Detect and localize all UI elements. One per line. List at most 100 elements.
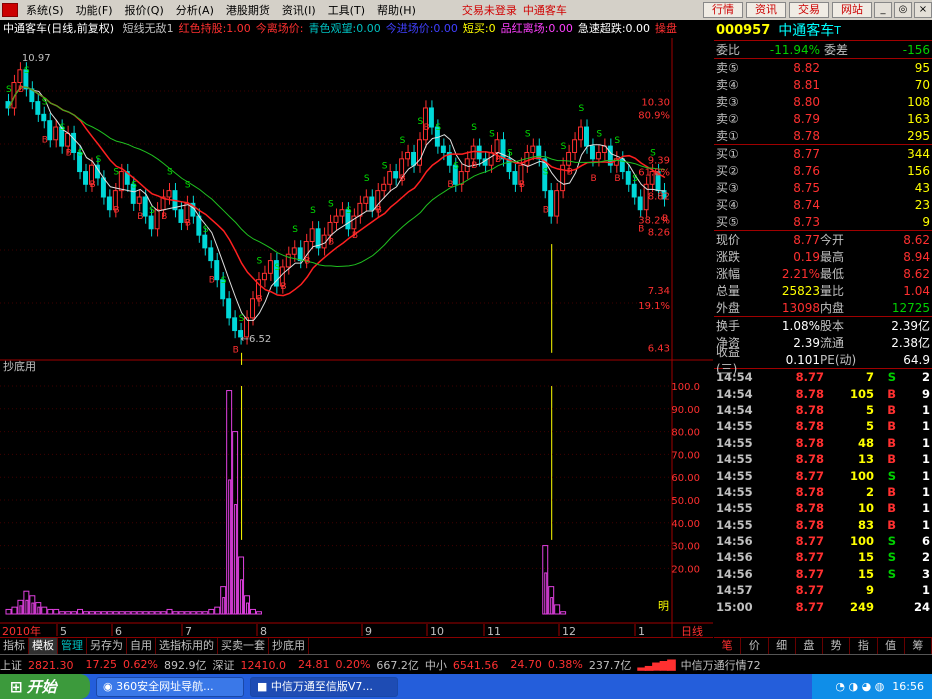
detail-tab[interactable]: 筹 <box>905 638 932 654</box>
tick-row[interactable]: 14:55 8.78 83 B 1 <box>714 517 932 533</box>
sz-index[interactable]: 深证 12410.0 <box>212 657 292 673</box>
tab-manage[interactable]: 管理 <box>58 638 87 654</box>
ask-row[interactable]: 卖④ 8.81 70 <box>714 76 932 93</box>
detail-tab[interactable]: 价 <box>741 638 769 654</box>
stat-row[interactable]: 外盘 13098 内盘 12725 <box>714 299 932 316</box>
detail-tab[interactable]: 盘 <box>796 638 823 654</box>
menu-tools[interactable]: 工具(T) <box>322 2 371 18</box>
tick-row[interactable]: 14:55 8.78 13 B 1 <box>714 451 932 467</box>
ask-row[interactable]: 卖① 8.78 295 <box>714 127 932 144</box>
detail-tab[interactable]: 笔 <box>714 638 742 654</box>
tab-bottom-fish[interactable]: 抄底用 <box>269 638 309 654</box>
ask-row[interactable]: 卖② 8.79 163 <box>714 110 932 127</box>
minimize-icon[interactable]: _ <box>874 2 892 18</box>
tick-cell: 8.77 <box>795 583 824 598</box>
tick-row[interactable]: 14:55 8.78 5 B 1 <box>714 418 932 434</box>
tick-row[interactable]: 15:00 8.77 249 24 <box>714 598 932 614</box>
menu-info[interactable]: 资讯(I) <box>276 2 322 18</box>
tick-row[interactable]: 14:55 8.78 48 B 1 <box>714 435 932 451</box>
tab-template[interactable]: 模板 <box>29 638 58 654</box>
stat-label: 涨跌 <box>716 250 741 264</box>
sh-index[interactable]: 上证 2821.30 <box>0 657 80 673</box>
detail-tab[interactable]: 指 <box>850 638 878 654</box>
tab-self-use[interactable]: 自用 <box>127 638 156 654</box>
kline-chart[interactable]: S BSSBSB SBSSBSBSBSSBSB SBSSBSBSBSSBSBSBSSB… <box>0 38 713 637</box>
fund-row[interactable]: 换手 1.08% 股本 2.39亿 <box>714 317 932 334</box>
close-icon[interactable]: × <box>914 2 932 18</box>
candle <box>595 151 601 160</box>
restore-icon[interactable]: ◎ <box>894 2 912 18</box>
bid-row[interactable]: 买② 8.76 156 <box>714 162 932 179</box>
sz-amount: 667.2亿 <box>376 658 419 672</box>
buy-marker: B <box>543 206 549 216</box>
bid-row[interactable]: 买⑤ 8.73 9 <box>714 213 932 230</box>
tab-select-indicator[interactable]: 选指标用的 <box>156 638 218 654</box>
stat-row[interactable]: 涨跌 0.19 最高 8.94 <box>714 248 932 265</box>
tray-icons[interactable]: ◔ ◑ ◕ ◍ <box>835 680 884 693</box>
tick-row[interactable]: 14:57 8.77 9 1 <box>714 582 932 598</box>
tick-row[interactable]: 14:55 8.78 2 B 1 <box>714 484 932 500</box>
tick-row[interactable]: 14:54 8.78 105 B 9 <box>714 385 932 401</box>
menu-function[interactable]: 功能(F) <box>70 2 119 18</box>
tab-indicator[interactable]: 指标 <box>0 638 29 654</box>
tab-buy-sell[interactable]: 买卖一套 <box>218 638 269 654</box>
tick-row[interactable]: 14:55 8.78 10 B 1 <box>714 500 932 516</box>
candle <box>148 215 154 230</box>
sell-marker: S <box>239 314 245 324</box>
detail-tab[interactable]: 值 <box>878 638 905 654</box>
detail-tab[interactable]: 细 <box>769 638 796 654</box>
sme-index[interactable]: 中小 6541.56 <box>425 657 505 673</box>
tick-cell: 14:56 <box>716 550 753 565</box>
trade-button[interactable]: 交易 <box>789 2 829 18</box>
tick-row[interactable]: 14:56 8.77 100 S 6 <box>714 533 932 549</box>
ask-row[interactable]: 卖⑤ 8.82 95 <box>714 59 932 76</box>
sell-marker: S <box>328 199 334 209</box>
detail-tab[interactable]: 势 <box>823 638 851 654</box>
tick-row[interactable]: 14:54 8.77 7 S 2 <box>714 369 932 385</box>
sell-marker: S <box>42 98 48 108</box>
bid-label: 买⑤ <box>716 215 739 229</box>
ask-row[interactable]: 卖③ 8.80 108 <box>714 93 932 110</box>
tick-cell: 105 <box>849 386 874 401</box>
menu-analysis[interactable]: 分析(A) <box>170 2 220 18</box>
menu-quote[interactable]: 报价(Q) <box>119 2 170 18</box>
taskbar-item-browser[interactable]: ◉ 360安全网址导航... <box>96 676 244 697</box>
indicator-label: 短买:0 <box>462 22 496 35</box>
candle <box>226 298 232 319</box>
candle <box>512 171 518 185</box>
ask-price: 8.80 <box>793 94 820 109</box>
tick-row[interactable]: 14:55 8.77 100 S 1 <box>714 467 932 483</box>
fund-row[interactable]: 收益(三) 0.101 PE(动) 64.9 <box>714 345 932 376</box>
buy-marker: B <box>161 212 167 222</box>
tick-cell: S <box>887 370 896 385</box>
tab-save-as[interactable]: 另存为 <box>87 638 127 654</box>
menu-help[interactable]: 帮助(H) <box>371 2 422 18</box>
tick-cell: 13 <box>857 452 874 467</box>
candle <box>100 177 106 198</box>
bid-price: 8.74 <box>793 197 820 212</box>
taskbar-item-trading-app[interactable]: ■ 中信万通至信版V7... <box>250 676 398 697</box>
stat-row[interactable]: 现价 8.77 今开 8.62 <box>714 231 932 248</box>
buy-marker: B <box>66 148 72 158</box>
info-button[interactable]: 资讯 <box>746 2 786 18</box>
menu-hk-futures[interactable]: 港股期货 <box>220 2 276 18</box>
bid-row[interactable]: 买③ 8.75 43 <box>714 179 932 196</box>
sell-marker: S <box>24 66 30 76</box>
quote-button[interactable]: 行情 <box>703 2 743 18</box>
tick-row[interactable]: 14:54 8.78 5 B 1 <box>714 402 932 418</box>
tick-cell: 10 <box>857 501 874 516</box>
stat-row[interactable]: 总量 25823 量比 1.04 <box>714 282 932 299</box>
candle <box>71 132 77 153</box>
order-diff-value: -156 <box>902 42 930 57</box>
tick-row[interactable]: 14:56 8.77 15 S 3 <box>714 566 932 582</box>
detail-tabs: 笔价细盘势指值筹 <box>714 637 932 654</box>
bid-row[interactable]: 买① 8.77 344 <box>714 145 932 162</box>
tick-row[interactable]: 14:56 8.77 15 S 2 <box>714 549 932 565</box>
indicator-bar <box>154 611 161 615</box>
website-button[interactable]: 网站 <box>832 2 872 18</box>
bid-row[interactable]: 买④ 8.74 23 <box>714 196 932 213</box>
login-status[interactable]: 交易未登录 <box>462 2 517 18</box>
start-button[interactable]: ⊞ 开始 <box>0 674 90 699</box>
stat-row[interactable]: 涨幅 2.21% 最低 8.62 <box>714 265 932 282</box>
menu-system[interactable]: 系统(S) <box>20 2 70 18</box>
